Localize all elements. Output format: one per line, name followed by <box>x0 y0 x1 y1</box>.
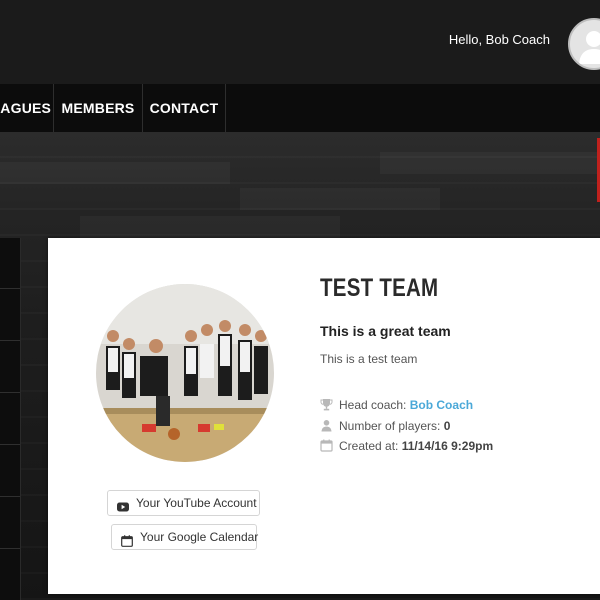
side-menu-divider <box>0 340 20 341</box>
side-menu-divider <box>0 548 20 549</box>
wood-plank <box>240 188 440 210</box>
team-photo <box>96 284 274 462</box>
created-row: Created at: 11/14/16 9:29pm <box>320 438 493 454</box>
wood-plank <box>0 162 230 184</box>
side-menu <box>0 238 21 600</box>
user-icon <box>320 419 333 432</box>
youtube-button-label: Your YouTube Account <box>136 496 257 510</box>
wood-plank <box>80 216 340 238</box>
trophy-icon <box>320 398 333 411</box>
head-coach-row: Head coach: Bob Coach <box>320 397 473 413</box>
head-coach-label: Head coach: <box>339 398 407 412</box>
nav-item-members[interactable]: MEMBERS <box>54 84 143 132</box>
wood-plank <box>380 152 600 174</box>
team-description: This is a test team <box>320 352 418 366</box>
top-header: Hello, Bob Coach <box>0 0 600 84</box>
user-avatar-icon[interactable] <box>568 18 600 70</box>
side-menu-divider <box>0 496 20 497</box>
team-title: TEST TEAM <box>320 274 439 302</box>
created-date: 11/14/16 9:29pm <box>401 439 494 453</box>
players-row: Number of players: 0 <box>320 418 450 434</box>
team-tagline: This is a great team <box>320 323 451 339</box>
players-label: Number of players: <box>339 419 441 433</box>
side-menu-divider <box>0 288 20 289</box>
google-calendar-button[interactable]: Your Google Calendar <box>111 524 259 550</box>
created-label: Created at: <box>339 439 399 453</box>
nav-item-leagues[interactable]: LEAGUES <box>0 84 54 132</box>
players-count: 0 <box>443 419 451 433</box>
calendar-icon <box>320 439 333 452</box>
nav-item-contact[interactable]: CONTACT <box>143 84 226 132</box>
youtube-icon <box>117 497 129 521</box>
main-navigation: LEAGUES MEMBERS CONTACT <box>0 84 600 132</box>
user-greeting[interactable]: Hello, Bob Coach <box>449 32 550 47</box>
calendar-button-label: Your Google Calendar <box>140 530 259 544</box>
head-coach-link[interactable]: Bob Coach <box>410 398 473 412</box>
side-menu-divider <box>0 392 20 393</box>
youtube-account-button[interactable]: Your YouTube Account <box>107 490 260 516</box>
side-menu-divider <box>0 444 20 445</box>
calendar-icon <box>121 531 133 555</box>
team-card: Your YouTube Account Your Google Calenda… <box>48 238 600 594</box>
